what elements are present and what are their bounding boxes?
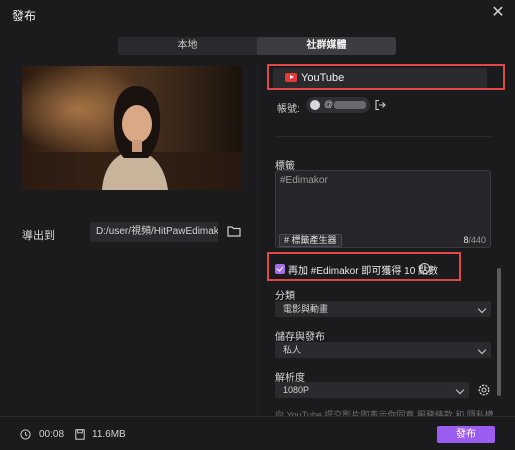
chevron-down-icon <box>477 345 487 355</box>
account-label: 帳號: <box>277 104 300 115</box>
duration-value: 00:08 <box>39 429 65 440</box>
tab-local[interactable]: 本地 <box>118 37 257 55</box>
export-tabs: 本地 社群媒體 <box>118 37 396 55</box>
privacy-label: 儲存與發布 <box>275 332 325 343</box>
section-divider <box>277 136 491 137</box>
logout-icon[interactable] <box>374 99 386 111</box>
category-label: 分類 <box>275 291 295 302</box>
resolution-value: 1080P <box>283 385 310 395</box>
video-thumbnail-image <box>22 66 242 190</box>
tag-generator-button[interactable]: # 標籤產生器 <box>279 234 342 247</box>
panel-divider <box>257 64 258 414</box>
clock-icon <box>20 429 31 440</box>
publish-button[interactable]: 發布 <box>437 426 495 443</box>
privacy-value: 私人 <box>283 345 302 355</box>
category-value: 電影與動畫 <box>283 304 329 314</box>
hash-icon: # <box>284 235 290 245</box>
export-path-field[interactable]: D:/user/視頻/HitPawEdimakor <box>90 222 218 242</box>
tab-social-media[interactable]: 社群媒體 <box>257 37 396 55</box>
info-icon[interactable]: i <box>419 263 430 274</box>
account-chip[interactable]: @ <box>306 97 370 113</box>
avatar <box>310 100 320 110</box>
highlight-box-platform <box>267 64 505 90</box>
filesize-value: 11.6MB <box>92 429 126 440</box>
gear-icon[interactable] <box>477 383 491 397</box>
video-preview <box>22 66 242 190</box>
scrollbar[interactable] <box>497 268 501 396</box>
footer-bar: 00:08 11.6MB 發布 <box>0 416 515 450</box>
promo-checkbox[interactable] <box>275 264 285 274</box>
folder-icon[interactable] <box>227 225 241 237</box>
tag-count-max: /440 <box>468 235 486 245</box>
dialog-title: 發布 <box>12 9 37 23</box>
chevron-down-icon <box>477 304 487 314</box>
chevron-down-icon <box>455 385 465 395</box>
promo-text: 再加 #Edimakor 即可獲得 10 點數 <box>288 266 439 277</box>
tag-generator-label: 標籤產生器 <box>291 235 337 245</box>
account-name-redacted <box>334 101 366 109</box>
privacy-select[interactable]: 私人 <box>275 342 491 358</box>
category-select[interactable]: 電影與動畫 <box>275 301 491 317</box>
account-name: @ <box>324 99 334 109</box>
export-to-label: 導出到 <box>22 230 55 242</box>
title-bar: 發布 ✕ <box>0 0 515 28</box>
tag-char-count: 8/440 <box>463 235 486 245</box>
tags-value: #Edimakor <box>280 175 328 186</box>
resolution-select[interactable]: 1080P <box>275 382 469 398</box>
tags-input[interactable]: #Edimakor # 標籤產生器 8/440 <box>275 170 491 248</box>
close-icon[interactable]: ✕ <box>489 4 507 22</box>
file-size-icon <box>75 429 85 440</box>
